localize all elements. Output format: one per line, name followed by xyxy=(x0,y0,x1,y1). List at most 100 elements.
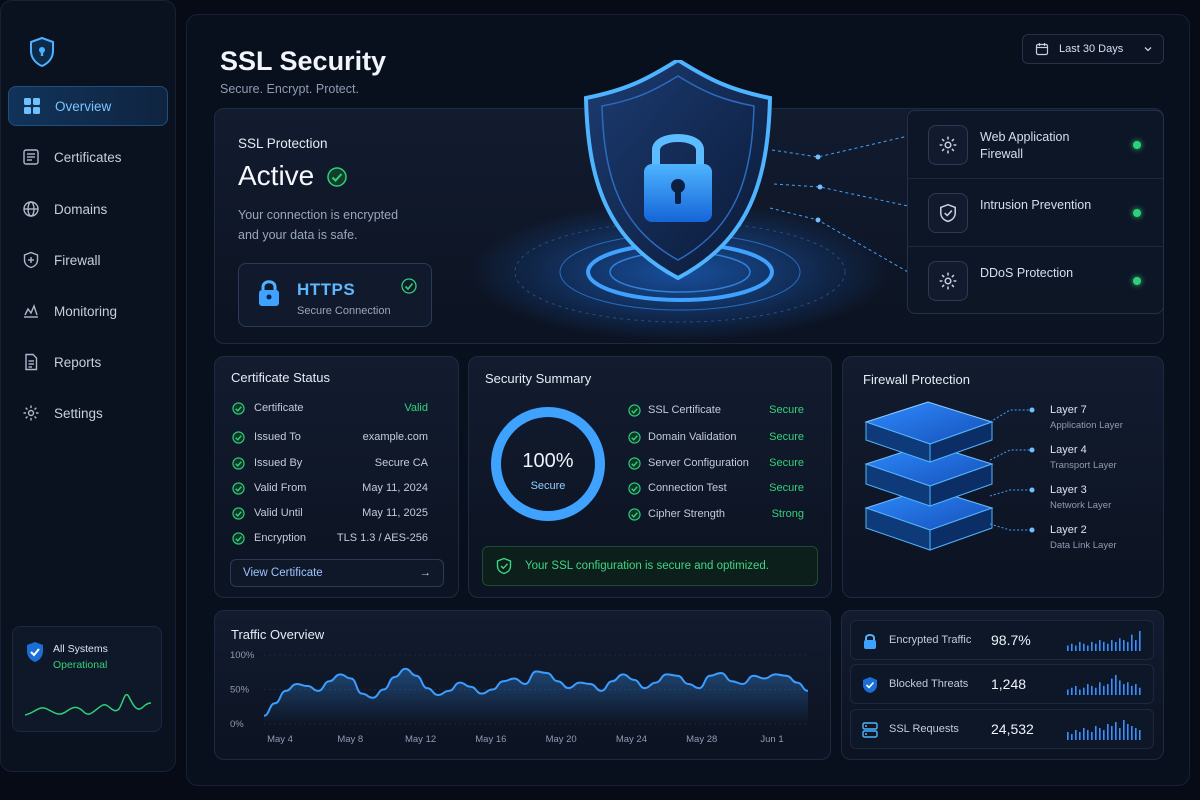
spark-bar xyxy=(1115,675,1117,695)
spark-bar xyxy=(1119,680,1121,695)
summary-row: Connection Test Secure xyxy=(628,478,804,498)
firewall-layers-illustration xyxy=(864,401,994,551)
certificate-row-value: Secure CA xyxy=(374,457,428,469)
x-tick-label: May 20 xyxy=(546,734,577,745)
check-circle-icon xyxy=(628,430,641,444)
y-tick-label: 50% xyxy=(230,685,250,696)
ssl-protection-label: SSL Protection xyxy=(238,136,328,151)
spark-bar xyxy=(1107,643,1109,651)
summary-row: Cipher Strength Strong xyxy=(628,504,804,524)
spark-bar xyxy=(1079,641,1081,651)
summary-row-key: Server Configuration xyxy=(648,457,749,469)
lock-icon xyxy=(864,634,876,649)
sidebar-item-settings[interactable]: Settings xyxy=(8,393,168,433)
certificate-row-key: Encryption xyxy=(254,532,306,544)
spark-bar xyxy=(1091,732,1093,740)
shield-logo-icon xyxy=(30,36,54,68)
shield-check-icon xyxy=(863,677,877,693)
protection-item-intrusion[interactable]: Intrusion Prevention xyxy=(908,179,1163,247)
layer-name: Layer 7 xyxy=(1050,404,1087,416)
date-range-label: Last 30 Days xyxy=(1059,43,1124,55)
protection-item-waf[interactable]: Web Application Firewall xyxy=(908,111,1163,179)
grid-icon xyxy=(24,98,40,114)
sidebar-item-label: Settings xyxy=(54,405,103,421)
stat-value: 24,532 xyxy=(991,721,1034,737)
check-circle-icon xyxy=(232,531,245,545)
certificate-row: Valid From May 11, 2024 xyxy=(232,478,428,498)
spark-bar xyxy=(1079,689,1081,695)
layer-name: Layer 3 xyxy=(1050,484,1087,496)
sidebar-item-domains[interactable]: Domains xyxy=(8,189,168,229)
stat-value: 98.7% xyxy=(991,632,1031,648)
spark-bar xyxy=(1119,728,1121,740)
spark-bar xyxy=(1083,643,1085,651)
check-circle-icon xyxy=(628,403,641,417)
x-tick-label: May 12 xyxy=(405,734,436,745)
certificate-row-key: Valid From xyxy=(254,482,307,494)
spark-bar xyxy=(1071,734,1073,740)
spark-bar xyxy=(1111,678,1113,695)
certificate-row: Issued To example.com xyxy=(232,427,428,447)
certificate-row: Certificate Valid xyxy=(232,398,428,418)
status-dot xyxy=(1133,277,1141,285)
sidebar-item-firewall[interactable]: Firewall xyxy=(8,240,168,280)
x-tick-label: May 28 xyxy=(686,734,717,745)
shield-check-icon xyxy=(496,557,512,575)
spark-bar xyxy=(1127,724,1129,740)
spark-bar xyxy=(1107,724,1109,740)
date-range-select[interactable]: Last 30 Days xyxy=(1022,34,1164,64)
sidebar-item-overview[interactable]: Overview xyxy=(8,86,168,126)
stat-row: SSL Requests 24,532 xyxy=(850,709,1154,749)
certificate-row-key: Valid Until xyxy=(254,507,303,519)
chevron-down-icon xyxy=(1144,47,1152,52)
y-tick-label: 100% xyxy=(230,650,255,661)
summary-row-key: Domain Validation xyxy=(648,431,737,443)
spark-bar xyxy=(1079,732,1081,740)
protection-label: DDoS Protection xyxy=(980,266,1074,280)
stat-sparkbars xyxy=(1067,675,1141,695)
https-title: HTTPS xyxy=(297,280,356,299)
spark-bar xyxy=(1087,730,1089,740)
security-banner: Your SSL configuration is secure and opt… xyxy=(482,546,818,586)
view-certificate-button[interactable]: View Certificate → xyxy=(230,559,444,587)
sidebar-item-certificates[interactable]: Certificates xyxy=(8,137,168,177)
gear-icon xyxy=(928,261,968,301)
layer-description: Data Link Layer xyxy=(1050,540,1117,551)
sidebar-item-reports[interactable]: Reports xyxy=(8,342,168,382)
system-status-card: All Systems Operational xyxy=(12,626,162,732)
sidebar-item-monitoring[interactable]: Monitoring xyxy=(8,291,168,331)
layer-connectors xyxy=(990,407,1035,533)
certificate-row-value: May 11, 2025 xyxy=(362,507,428,519)
protection-item-ddos[interactable]: DDoS Protection xyxy=(908,247,1163,315)
spark-bar xyxy=(1083,728,1085,740)
spark-bar xyxy=(1123,684,1125,695)
spark-bar xyxy=(1075,645,1077,651)
stat-label: Encrypted Traffic xyxy=(889,634,972,646)
certificate-row-key: Issued To xyxy=(254,431,301,443)
stat-sparkbars xyxy=(1067,720,1141,740)
spark-bar xyxy=(1103,641,1105,651)
summary-row-value: Secure xyxy=(769,457,804,469)
spark-bar xyxy=(1123,640,1125,651)
https-card: HTTPS Secure Connection xyxy=(238,263,432,327)
spark-bar xyxy=(1067,689,1069,695)
protection-label: Web Application Firewall xyxy=(980,130,1070,161)
x-tick-label: May 4 xyxy=(267,734,293,745)
gear-icon xyxy=(928,125,968,165)
layer-description: Application Layer xyxy=(1050,420,1123,431)
ssl-description: Your connection is encrypted and your da… xyxy=(238,208,399,242)
layer-name: Layer 4 xyxy=(1050,444,1087,456)
spark-bar xyxy=(1083,687,1085,695)
sidebar-item-label: Domains xyxy=(54,201,108,217)
certificate-row-key: Certificate xyxy=(254,402,304,414)
check-circle-icon xyxy=(232,506,245,520)
summary-row: Server Configuration Secure xyxy=(628,453,804,473)
stat-row: Blocked Threats 1,248 xyxy=(850,664,1154,704)
spark-bar xyxy=(1091,641,1093,651)
status-dot xyxy=(1133,141,1141,149)
check-circle-icon xyxy=(232,481,245,495)
protection-label: Intrusion Prevention xyxy=(980,198,1092,212)
spark-bar xyxy=(1135,684,1137,695)
traffic-chart: 100% 50% 0% May 4 May 8 May 12 May 16 May 20 May… xyxy=(230,650,809,745)
shield-check-icon xyxy=(27,642,43,662)
